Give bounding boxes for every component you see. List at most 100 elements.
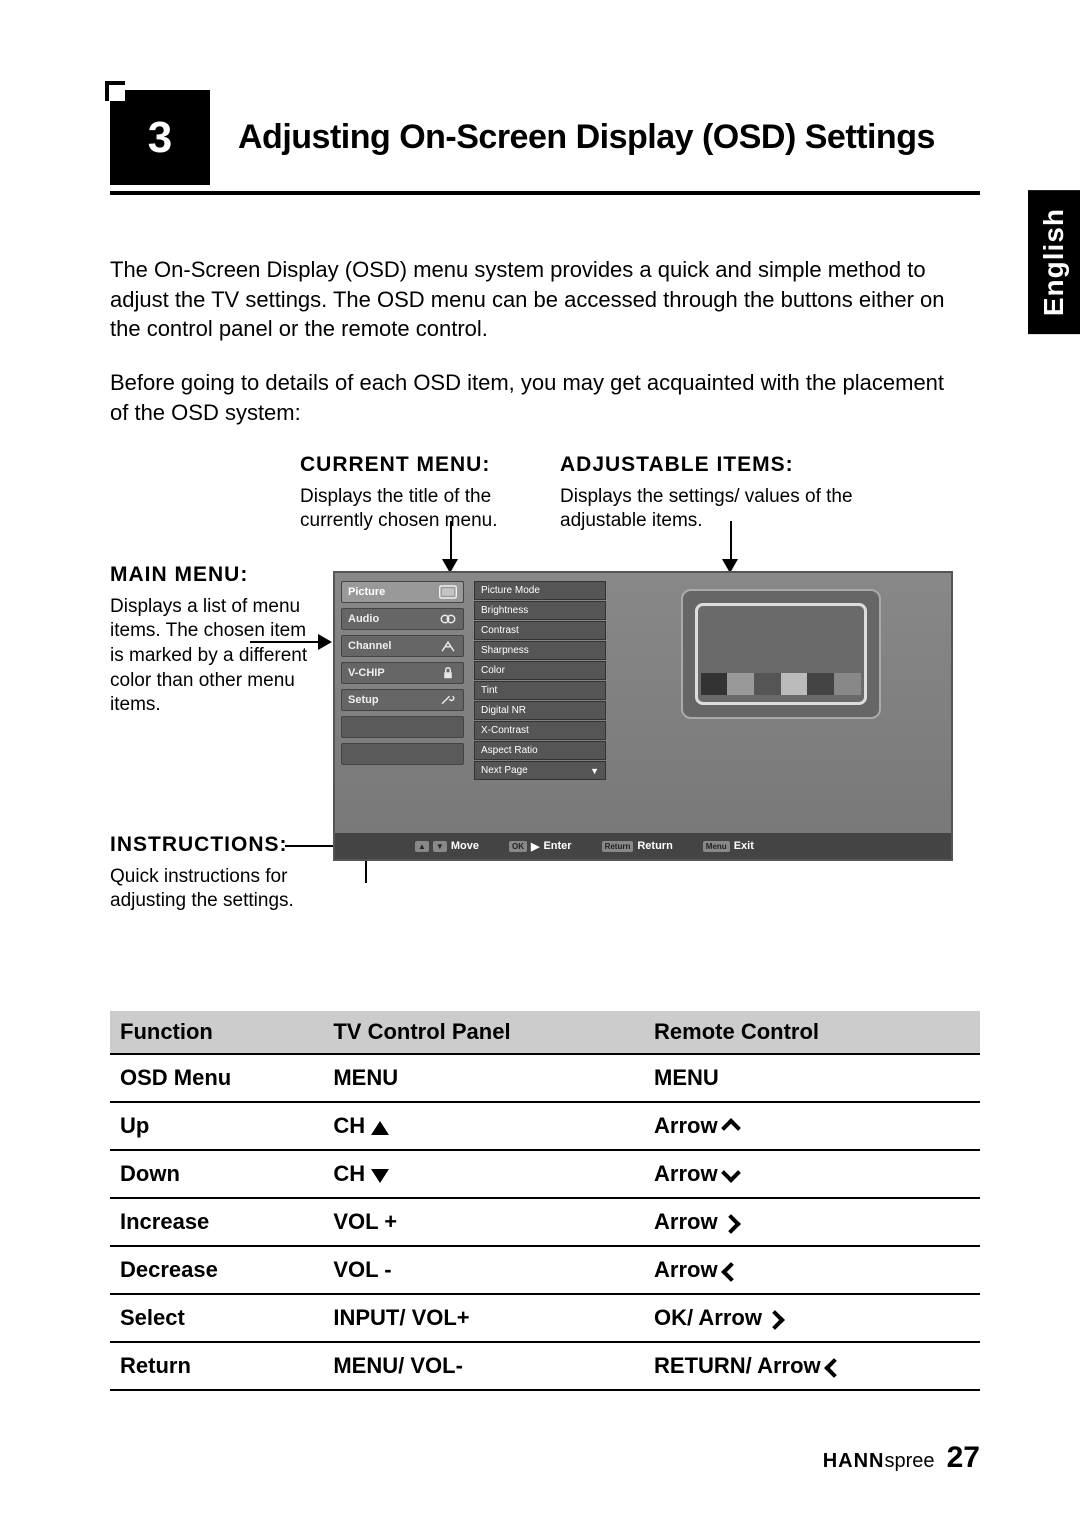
chevron-right-icon [765, 1310, 785, 1330]
osd-adjustable-column: Picture Mode Brightness Contrast Sharpne… [470, 573, 610, 859]
triangle-down-icon [371, 1169, 389, 1183]
osd-diagram: CURRENT MENU: Displays the title of the … [110, 451, 980, 951]
osd-main-label: Channel [348, 640, 391, 652]
cell-function: Return [110, 1342, 323, 1390]
osd-preview-column [610, 573, 951, 859]
instr-return: ReturnReturn [602, 840, 673, 852]
callout-title: CURRENT MENU: [300, 451, 550, 478]
cell-remote: Arrow [644, 1150, 980, 1198]
osd-adj-item: Picture Mode [474, 581, 606, 600]
arrow-line [450, 521, 452, 561]
cell-remote: MENU [644, 1054, 980, 1102]
osd-adj-label: Sharpness [481, 645, 529, 656]
osd-adj-item: Color [474, 661, 606, 680]
callout-text: Displays a list of menu items. The chose… [110, 595, 310, 718]
cell-remote: OK/ Arrow [644, 1294, 980, 1342]
chapter-title: Adjusting On-Screen Display (OSD) Settin… [238, 118, 935, 157]
lock-icon [439, 666, 457, 680]
cell-function: Select [110, 1294, 323, 1342]
osd-main-item-channel: Channel [341, 635, 464, 657]
osd-adj-label: Contrast [481, 625, 519, 636]
arrow-right-icon [318, 634, 332, 650]
callout-adjustable-items: ADJUSTABLE ITEMS: Displays the settings/… [560, 451, 880, 534]
tools-icon [439, 693, 457, 707]
osd-adj-label: Brightness [481, 605, 528, 616]
cell-panel: VOL - [323, 1246, 644, 1294]
antenna-icon [439, 639, 457, 653]
callout-current-menu: CURRENT MENU: Displays the title of the … [300, 451, 550, 534]
page-number: 27 [947, 1441, 980, 1474]
table-row: Increase VOL + Arrow [110, 1198, 980, 1246]
cell-remote: Arrow [644, 1102, 980, 1150]
table-row: Decrease VOL - Arrow [110, 1246, 980, 1294]
osd-adj-item: Aspect Ratio [474, 741, 606, 760]
cell-function: OSD Menu [110, 1054, 323, 1102]
cell-text: CH [333, 1113, 365, 1138]
callout-instructions: INSTRUCTIONS: Quick instructions for adj… [110, 831, 310, 914]
cell-function: Decrease [110, 1246, 323, 1294]
osd-adj-label: X-Contrast [481, 725, 529, 736]
controls-table: Function TV Control Panel Remote Control… [110, 1011, 980, 1391]
osd-main-item-audio: Audio [341, 608, 464, 630]
table-row: Down CH Arrow [110, 1150, 980, 1198]
table-row: OSD Menu MENU MENU [110, 1054, 980, 1102]
osd-main-item-setup: Setup [341, 689, 464, 711]
osd-main-empty-slot [341, 743, 464, 765]
osd-main-item-picture: Picture [341, 581, 464, 603]
osd-instruction-bar: ▲▼Move OK▶Enter ReturnReturn MenuExit [335, 833, 951, 859]
callout-text: Displays the settings/ values of the adj… [560, 485, 880, 534]
brand-light: spree [884, 1450, 934, 1472]
osd-main-label: V-CHIP [348, 667, 385, 679]
instr-enter: OK▶Enter [509, 840, 572, 853]
chapter-number: 3 [110, 90, 210, 185]
osd-adj-label: Aspect Ratio [481, 745, 538, 756]
cell-remote: Arrow [644, 1198, 980, 1246]
callout-title: INSTRUCTIONS: [110, 831, 310, 858]
chapter-heading: 3 Adjusting On-Screen Display (OSD) Sett… [110, 90, 980, 195]
osd-screenshot: Picture Audio Channel V-CHIP Setup [333, 571, 953, 861]
picture-icon [439, 585, 457, 599]
cell-text: Arrow [654, 1161, 718, 1186]
cell-remote: Arrow [644, 1246, 980, 1294]
chevron-left-icon [721, 1262, 741, 1282]
osd-main-label: Picture [348, 586, 385, 598]
cell-panel: MENU/ VOL- [323, 1342, 644, 1390]
osd-main-label: Setup [348, 694, 379, 706]
table-row: Select INPUT/ VOL+ OK/ Arrow [110, 1294, 980, 1342]
cell-text: Arrow [654, 1113, 718, 1138]
chevron-left-icon [824, 1358, 844, 1378]
cell-panel: CH [323, 1150, 644, 1198]
th-function: Function [110, 1011, 323, 1054]
instr-label: Exit [734, 840, 754, 852]
intro-paragraph-1: The On-Screen Display (OSD) menu system … [110, 255, 960, 344]
chevron-right-icon [721, 1214, 741, 1234]
arrow-line [730, 521, 732, 561]
th-panel: TV Control Panel [323, 1011, 644, 1054]
osd-adj-label: Color [481, 665, 505, 676]
instr-move: ▲▼Move [415, 840, 479, 852]
osd-main-menu-column: Picture Audio Channel V-CHIP Setup [335, 573, 470, 859]
cell-function: Up [110, 1102, 323, 1150]
osd-adj-label: Tint [481, 685, 497, 696]
cell-function: Down [110, 1150, 323, 1198]
callout-title: ADJUSTABLE ITEMS: [560, 451, 880, 478]
cell-text: OK/ Arrow [654, 1305, 762, 1330]
osd-main-label: Audio [348, 613, 379, 625]
speaker-icon [439, 612, 457, 626]
osd-adj-item: Next Page▼ [474, 761, 606, 780]
cell-text: Arrow [654, 1257, 718, 1282]
osd-adj-label: Next Page [481, 765, 528, 776]
cell-remote: RETURN/ Arrow [644, 1342, 980, 1390]
osd-adj-item: Contrast [474, 621, 606, 640]
table-row: Return MENU/ VOL- RETURN/ Arrow [110, 1342, 980, 1390]
instr-exit: MenuExit [703, 840, 754, 852]
chevron-up-icon [721, 1118, 741, 1138]
callout-title: MAIN MENU: [110, 561, 310, 588]
table-row: Up CH Arrow [110, 1102, 980, 1150]
callout-text: Quick instructions for adjusting the set… [110, 865, 310, 914]
osd-preview-tv [681, 589, 881, 719]
osd-adj-label: Picture Mode [481, 585, 540, 596]
cell-text: CH [333, 1161, 365, 1186]
page-footer: HANNspree 27 [110, 1441, 980, 1475]
osd-main-empty-slot [341, 716, 464, 738]
